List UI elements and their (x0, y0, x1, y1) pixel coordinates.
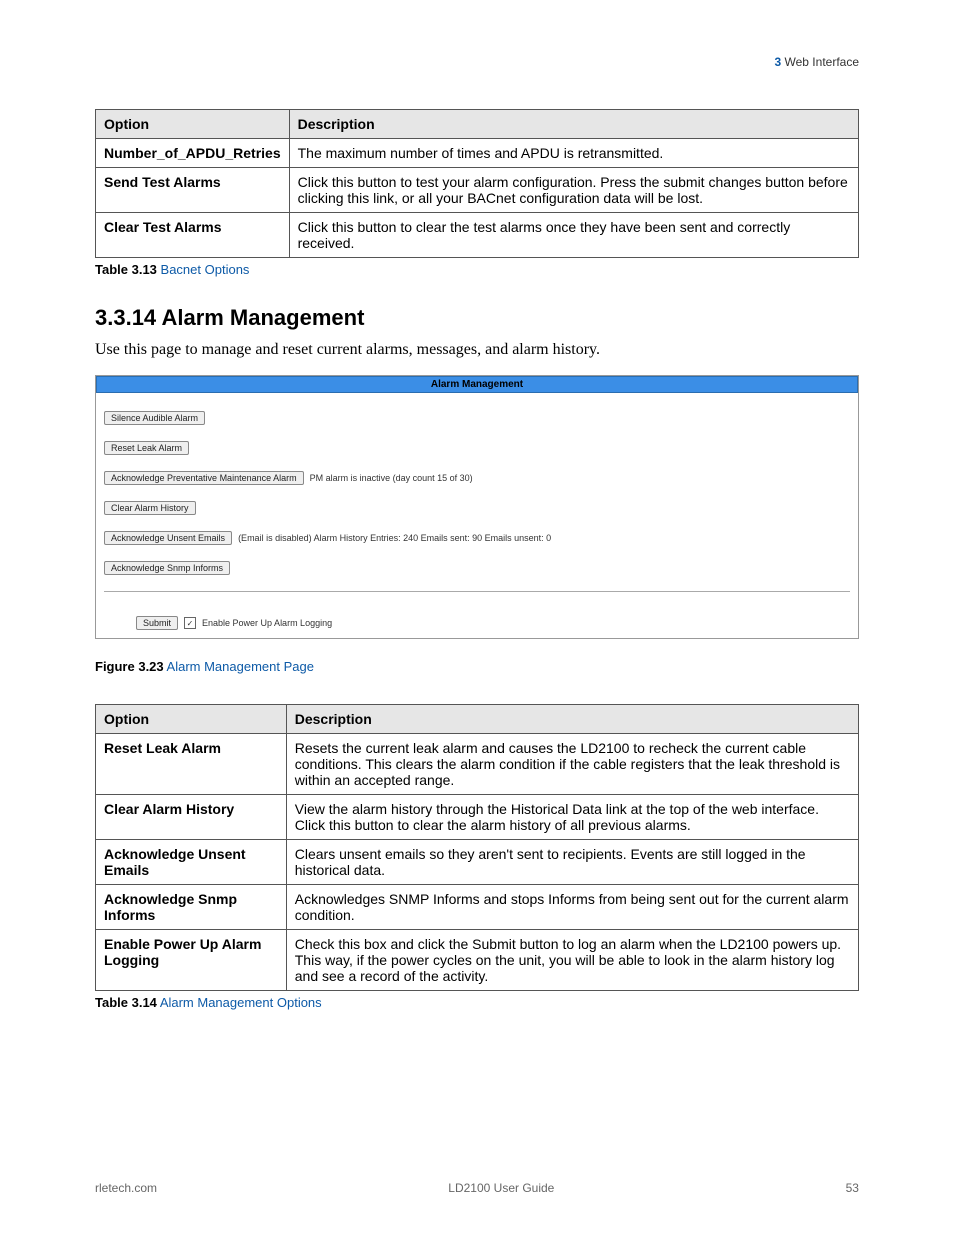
caption-link[interactable]: Bacnet Options (161, 262, 250, 277)
alarm-management-screenshot: Alarm Management Silence Audible Alarm R… (95, 375, 859, 639)
pm-alarm-note: PM alarm is inactive (day count 15 of 30… (310, 473, 473, 483)
bacnet-options-table: Option Description Number_of_APDU_Retrie… (95, 109, 859, 258)
ack-pm-alarm-button[interactable]: Acknowledge Preventative Maintenance Ala… (104, 471, 304, 485)
footer-center: LD2100 User Guide (448, 1181, 554, 1195)
screenshot-title-bar: Alarm Management (96, 376, 858, 393)
footer-right: 53 (846, 1181, 859, 1195)
table-row: Send Test Alarms Click this button to te… (96, 168, 859, 213)
alarm-management-options-table: Option Description Reset Leak Alarm Rese… (95, 704, 859, 991)
enable-powerup-logging-label: Enable Power Up Alarm Logging (202, 618, 332, 628)
table-row: Clear Alarm History View the alarm histo… (96, 795, 859, 840)
col-description: Description (286, 705, 858, 734)
reset-leak-alarm-button[interactable]: Reset Leak Alarm (104, 441, 189, 455)
table-caption: Table 3.13 Bacnet Options (95, 262, 859, 277)
divider (104, 591, 850, 592)
figure-caption: Figure 3.23 Alarm Management Page (95, 659, 859, 674)
col-option: Option (96, 705, 287, 734)
silence-audible-alarm-button[interactable]: Silence Audible Alarm (104, 411, 205, 425)
table-row: Clear Test Alarms Click this button to c… (96, 213, 859, 258)
table-caption: Table 3.14 Alarm Management Options (95, 995, 859, 1010)
enable-powerup-logging-checkbox[interactable]: ✓ (184, 617, 196, 629)
table-row: Reset Leak Alarm Resets the current leak… (96, 734, 859, 795)
table-row: Acknowledge Unsent Emails Clears unsent … (96, 840, 859, 885)
page-footer: rletech.com LD2100 User Guide 53 (95, 1181, 859, 1195)
section-body: Use this page to manage and reset curren… (95, 341, 859, 359)
email-status-note: (Email is disabled) Alarm History Entrie… (238, 533, 551, 543)
ack-unsent-emails-button[interactable]: Acknowledge Unsent Emails (104, 531, 232, 545)
section-heading: 3.3.14 Alarm Management (95, 305, 859, 331)
chapter-title: Web Interface (785, 55, 859, 69)
ack-snmp-informs-button[interactable]: Acknowledge Snmp Informs (104, 561, 230, 575)
footer-left: rletech.com (95, 1181, 157, 1195)
page-header: 3 Web Interface (95, 55, 859, 69)
table-row: Acknowledge Snmp Informs Acknowledges SN… (96, 885, 859, 930)
caption-link[interactable]: Alarm Management Page (167, 659, 314, 674)
caption-link[interactable]: Alarm Management Options (160, 995, 322, 1010)
table-row: Number_of_APDU_Retries The maximum numbe… (96, 139, 859, 168)
table-row: Enable Power Up Alarm Logging Check this… (96, 930, 859, 991)
chapter-number: 3 (774, 55, 781, 69)
col-option: Option (96, 110, 290, 139)
clear-alarm-history-button[interactable]: Clear Alarm History (104, 501, 196, 515)
col-description: Description (289, 110, 858, 139)
submit-button[interactable]: Submit (136, 616, 178, 630)
